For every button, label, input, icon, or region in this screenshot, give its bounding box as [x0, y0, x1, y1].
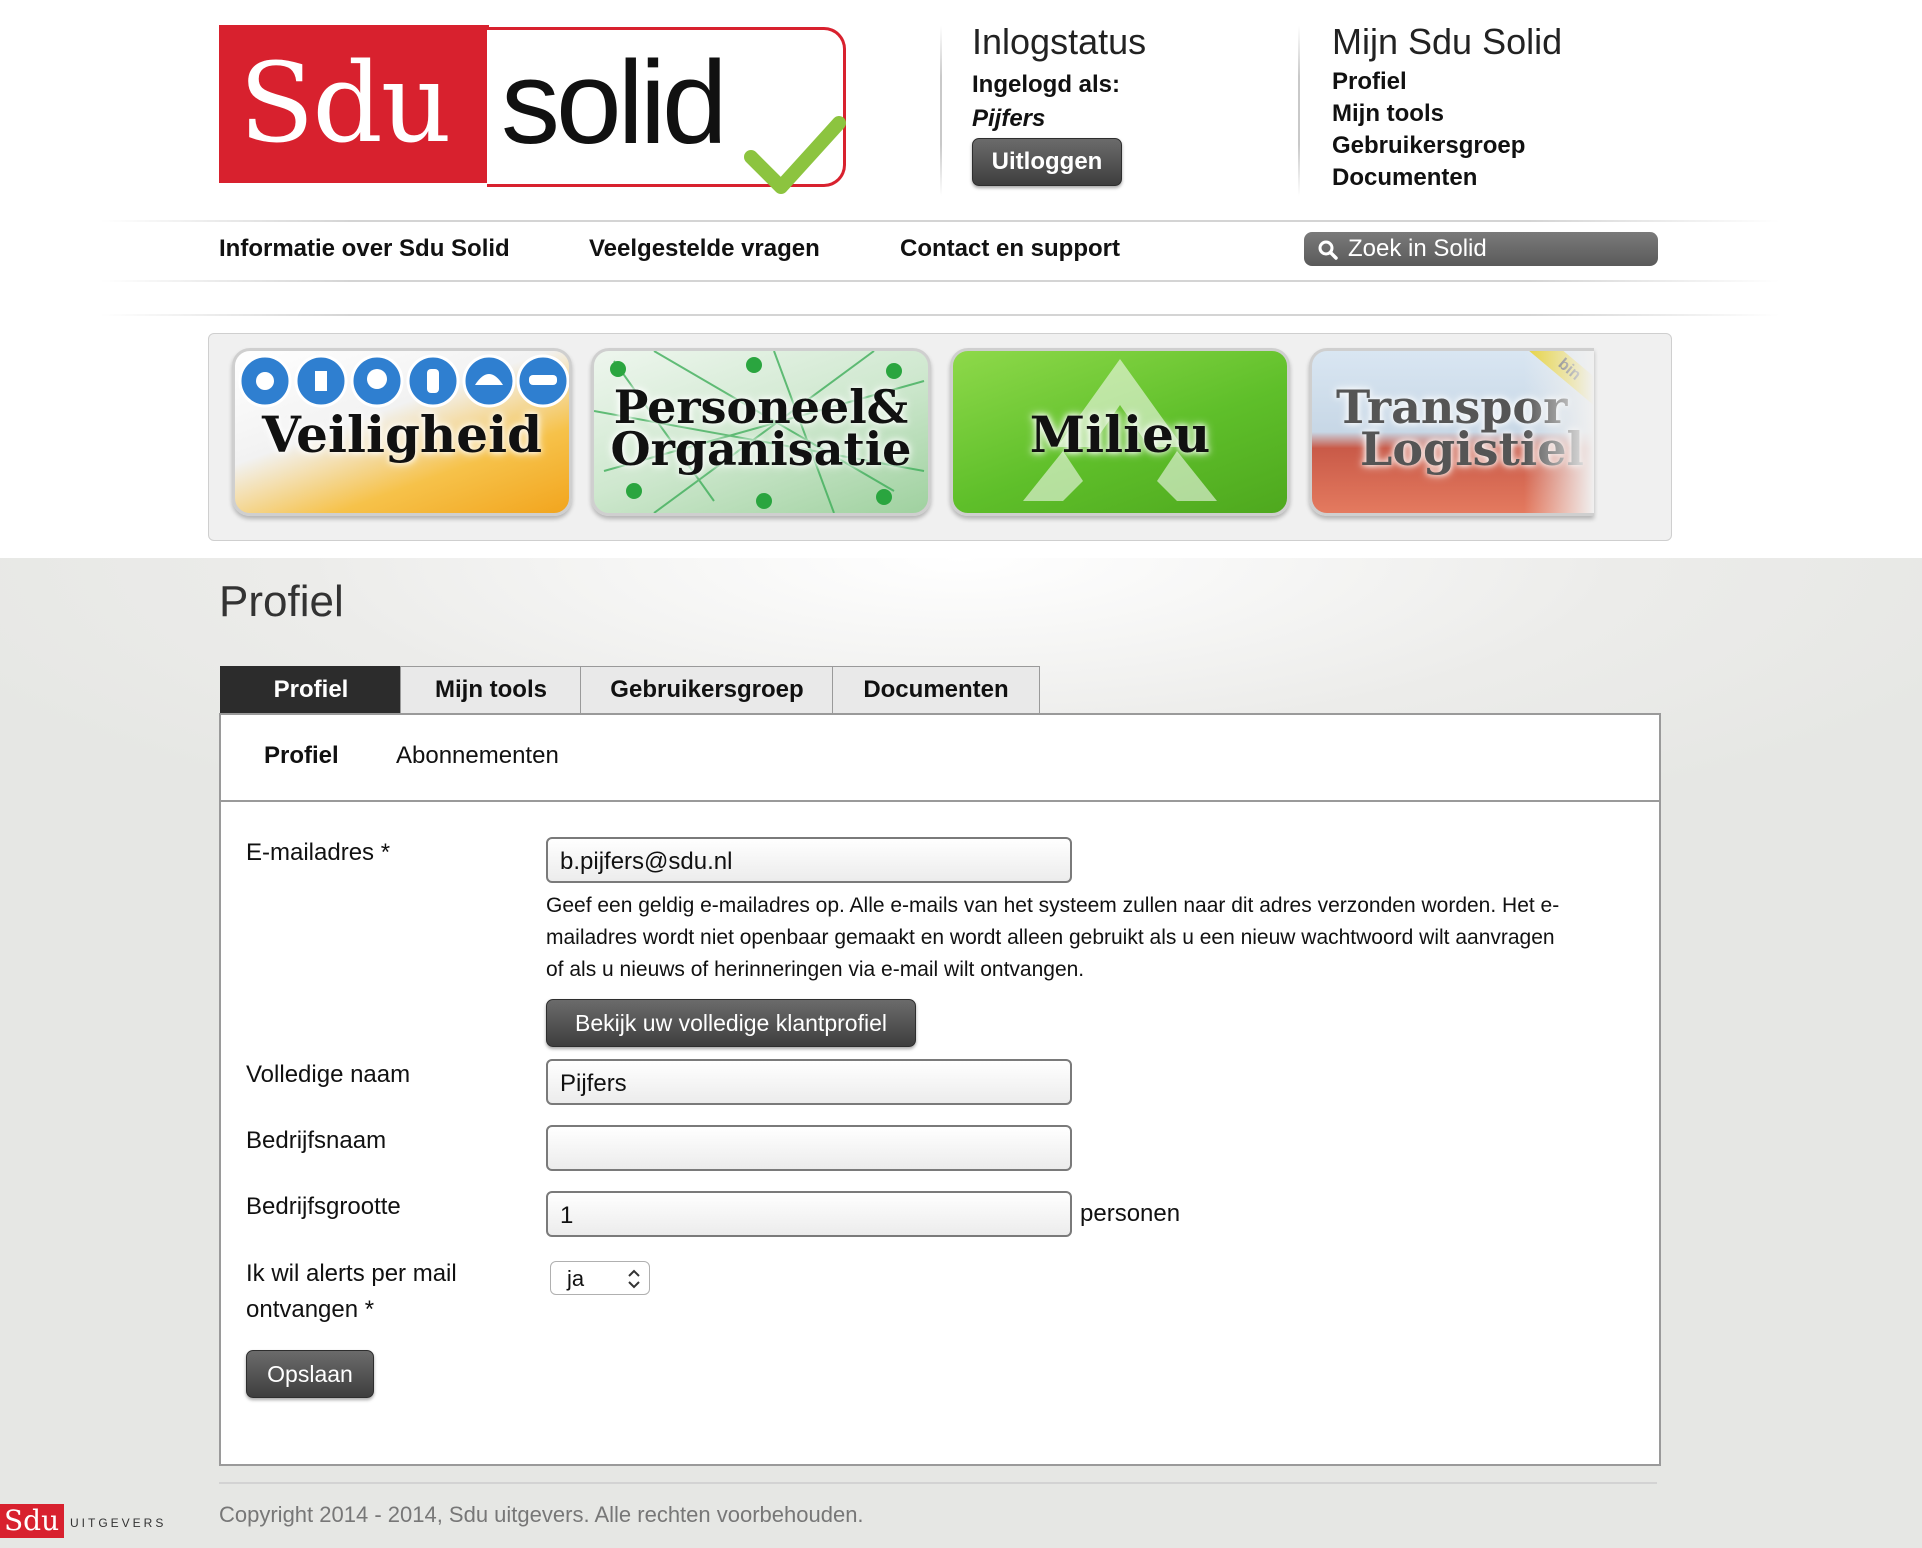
- checkmark-icon: [744, 116, 846, 194]
- alerts-select-value: ja: [567, 1266, 585, 1291]
- nav-top-rule: [100, 220, 1780, 222]
- email-help-line: Geef een geldig e-mailadres op. Alle e-m…: [546, 894, 1560, 917]
- alerts-label-line1: Ik wil alerts per mail: [246, 1260, 457, 1287]
- tile-veiligheid[interactable]: Veiligheid: [232, 348, 572, 516]
- tile-veiligheid-label: Veiligheid: [261, 405, 543, 464]
- mijn-links: Profiel Mijn tools Gebruikersgroep Docum…: [1332, 66, 1525, 194]
- safety-icons: [238, 354, 569, 408]
- subtab-divider: [221, 800, 1659, 802]
- header-divider: [1298, 26, 1300, 196]
- copyright-text: Copyright 2014 - 2014, Sdu uitgevers. Al…: [219, 1502, 864, 1527]
- mijn-sdu-solid-title: Mijn Sdu Solid: [1332, 21, 1563, 62]
- email-field[interactable]: b.pijfers@sdu.nl: [546, 837, 1072, 883]
- search-box[interactable]: Zoek in Solid: [1304, 232, 1658, 266]
- email-help-line: mailadres wordt niet openbaar gemaakt en…: [546, 926, 1555, 949]
- logo-text-sdu: Sdu: [239, 39, 452, 167]
- subtab-profiel[interactable]: Profiel: [264, 741, 339, 771]
- login-status-title: Inlogstatus: [972, 21, 1147, 62]
- tile-milieu-label: Milieu: [1029, 405, 1211, 464]
- company-name-label: Bedrijfsnaam: [246, 1127, 387, 1154]
- alerts-select[interactable]: ja: [550, 1261, 650, 1295]
- footer-brand-sub: UITGEVERS: [70, 1516, 167, 1530]
- tab-mijn-tools[interactable]: Mijn tools: [400, 666, 582, 714]
- logged-in-as-label: Ingelogd als:: [972, 71, 1121, 98]
- nav-link-contact[interactable]: Contact en support: [900, 234, 1120, 264]
- footer-brand: Sdu: [4, 1504, 60, 1537]
- tile-transport-logistiek[interactable]: bin Transpor Logistiel: [1309, 348, 1594, 516]
- page-title: Profiel: [219, 577, 344, 626]
- company-size-suffix: personen: [1080, 1200, 1181, 1227]
- tiles-top-rule: [100, 314, 1780, 316]
- search-icon: [1318, 240, 1338, 260]
- mijn-link-documenten[interactable]: Documenten: [1332, 162, 1525, 194]
- tab-gebruikersgroep[interactable]: Gebruikersgroep: [580, 666, 834, 714]
- logo-text-solid: solid: [501, 37, 728, 169]
- alerts-label-line2: ontvangen *: [246, 1296, 375, 1323]
- header-divider: [940, 26, 942, 196]
- logged-in-user: Pijfers: [972, 105, 1046, 132]
- subtab-abonnementen[interactable]: Abonnementen: [396, 741, 559, 771]
- email-help-line: of als u nieuws of herinneringen via e-m…: [546, 958, 1085, 981]
- email-label: E-mailadres *: [246, 839, 391, 866]
- footer-rule: [219, 1482, 1657, 1484]
- search-label: Zoek in Solid: [1348, 235, 1487, 262]
- nav-link-informatie[interactable]: Informatie over Sdu Solid: [219, 234, 510, 264]
- save-button[interactable]: Opslaan: [246, 1350, 374, 1398]
- mijn-link-gebruikersgroep[interactable]: Gebruikersgroep: [1332, 130, 1525, 162]
- mijn-link-mijn-tools[interactable]: Mijn tools: [1332, 98, 1525, 130]
- mijn-link-profiel[interactable]: Profiel: [1332, 66, 1525, 98]
- sdu-solid-logo[interactable]: Sdu solid: [219, 25, 849, 194]
- view-customer-profile-button[interactable]: Bekijk uw volledige klantprofiel: [546, 999, 916, 1047]
- tile-milieu[interactable]: Milieu: [950, 348, 1290, 516]
- sdu-uitgevers-logo[interactable]: Sdu: [0, 1504, 64, 1538]
- nav-link-faq[interactable]: Veelgestelde vragen: [589, 234, 820, 264]
- tile-fade: [1524, 351, 1594, 513]
- email-help-text: Geef een geldig e-mailadres op. Alle e-m…: [546, 890, 1636, 986]
- company-name-field[interactable]: [546, 1125, 1072, 1171]
- tab-profiel[interactable]: Profiel: [220, 666, 402, 714]
- tab-documenten[interactable]: Documenten: [832, 666, 1040, 714]
- company-size-field[interactable]: 1: [546, 1191, 1072, 1237]
- full-name-label: Volledige naam: [246, 1061, 411, 1088]
- tile-personeel-label-2: Organisatie: [610, 422, 912, 476]
- nav-bottom-rule: [100, 280, 1780, 282]
- select-arrows-icon: [628, 1269, 640, 1289]
- tile-personeel-organisatie[interactable]: Personeel& Organisatie: [591, 348, 931, 516]
- logo-red-block: Sdu: [219, 25, 489, 183]
- company-size-label: Bedrijfsgrootte: [246, 1193, 401, 1220]
- full-name-field[interactable]: Pijfers: [546, 1059, 1072, 1105]
- logout-button[interactable]: Uitloggen: [972, 138, 1122, 186]
